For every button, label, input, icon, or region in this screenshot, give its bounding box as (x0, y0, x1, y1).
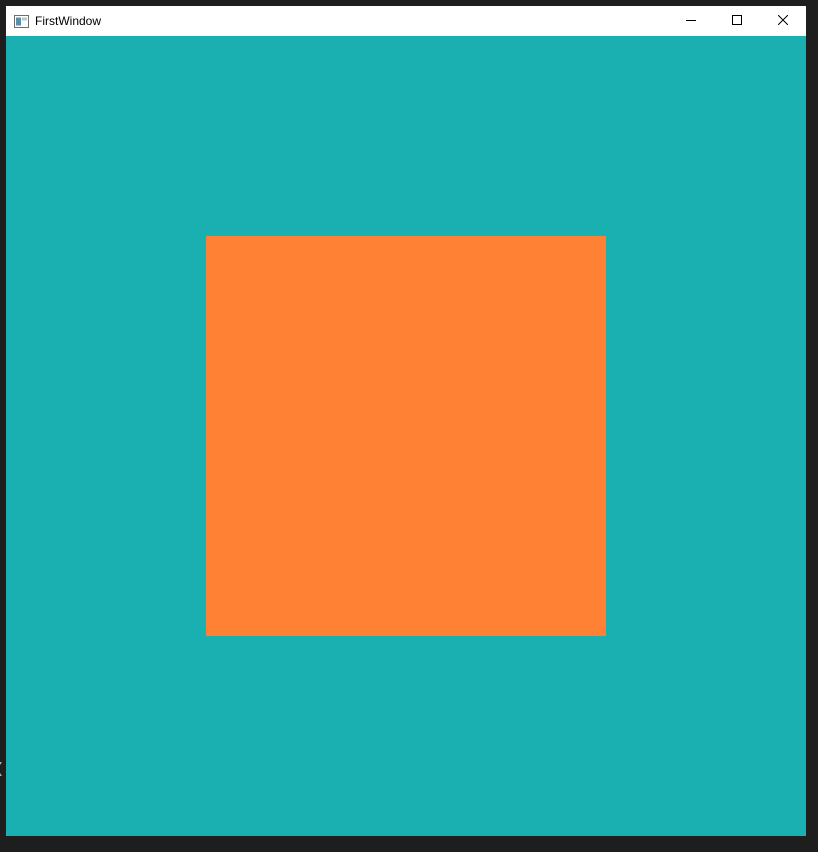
background-terminal-glyph: ( (0, 760, 2, 778)
render-canvas[interactable] (6, 36, 806, 836)
app-window-icon (14, 14, 29, 28)
window-controls (668, 6, 806, 36)
minimize-button[interactable] (668, 6, 714, 36)
minimize-icon (686, 12, 696, 30)
maximize-button[interactable] (714, 6, 760, 36)
title-bar[interactable]: FirstWindow (6, 6, 806, 36)
maximize-icon (732, 12, 742, 30)
desktop: ( FirstWindow (0, 0, 818, 852)
close-icon (777, 12, 789, 30)
window-title: FirstWindow (35, 14, 102, 28)
close-button[interactable] (760, 6, 806, 36)
orange-square (206, 236, 606, 636)
app-window: FirstWindow (6, 6, 806, 836)
